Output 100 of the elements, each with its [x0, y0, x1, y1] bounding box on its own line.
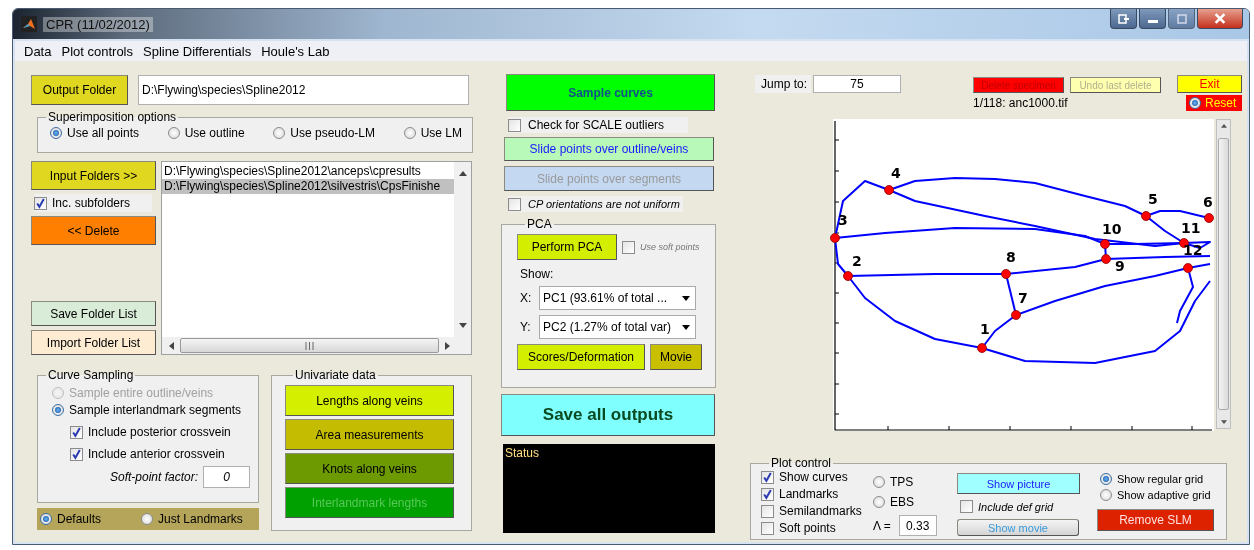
radio-button[interactable]: [40, 513, 52, 525]
remove-slm-button[interactable]: Remove SLM: [1097, 509, 1214, 531]
lambda-field[interactable]: 0.33: [898, 515, 937, 536]
group-title: PCA: [526, 218, 553, 230]
landmark-label: 1: [980, 321, 990, 337]
scroll-up-icon: [1220, 123, 1227, 128]
landmark-marker[interactable]: [843, 271, 853, 281]
checkbox[interactable]: [761, 487, 774, 501]
radio-button[interactable]: [141, 513, 154, 525]
perform-pca-button[interactable]: Perform PCA: [517, 234, 617, 260]
sample-curves-button[interactable]: Sample curves: [506, 74, 715, 111]
y-axis-dropdown[interactable]: PC2 (1.27% of total var): [539, 315, 696, 339]
radio-label: Show adaptive grid: [1117, 489, 1211, 501]
window-title: CPR (11/02/2012): [43, 16, 153, 32]
maximize-icon: [1175, 13, 1188, 24]
checkbox-label: Inc. subfolders: [52, 196, 131, 210]
radio-label: Use LM: [420, 126, 462, 140]
field-label: Soft-point factor:: [109, 470, 198, 484]
radio-button[interactable]: [873, 476, 885, 488]
checkbox-label: Show curves: [779, 470, 848, 484]
show-picture-button[interactable]: Show picture: [957, 473, 1080, 494]
landmark-label: 7: [1018, 290, 1028, 306]
radio-button[interactable]: [1100, 473, 1112, 485]
soft-point-factor-field[interactable]: 0: [203, 466, 250, 488]
maximize-button[interactable]: [1168, 9, 1195, 29]
save-all-outputs-button[interactable]: Save all outputs: [501, 394, 715, 436]
folder-list-item[interactable]: D:\Flywing\species\Spline2012\anceps\cpresults: [162, 164, 454, 179]
output-folder-button[interactable]: Output Folder: [31, 75, 128, 105]
scroll-down-icon: [1220, 420, 1227, 425]
landmark-marker[interactable]: [1183, 263, 1193, 273]
radio-button[interactable]: [50, 127, 62, 139]
checkbox[interactable]: [761, 521, 774, 535]
plot-scrollbar[interactable]: [1216, 119, 1231, 429]
landmark-label: 10: [1102, 221, 1122, 237]
univariate-button[interactable]: Lengths along veins: [285, 385, 454, 416]
landmark-marker[interactable]: [830, 233, 840, 243]
landmark-marker[interactable]: [884, 185, 894, 195]
radio-label: Use all points: [67, 126, 140, 140]
exit-button[interactable]: Exit: [1177, 75, 1243, 93]
checkbox[interactable]: [761, 470, 774, 484]
scrollbar-thumb[interactable]: [180, 338, 439, 353]
movie-button[interactable]: Movie: [650, 344, 702, 370]
landmark-marker[interactable]: [1100, 239, 1110, 249]
landmark-label: 5: [1148, 191, 1158, 207]
radio-label: Show regular grid: [1117, 473, 1204, 485]
slide-outline-button[interactable]: Slide points over outline/veins: [504, 137, 714, 161]
output-folder-field[interactable]: D:\Flywing\species\Spline2012: [138, 75, 469, 105]
checkbox-label: Include def grid: [978, 500, 1054, 513]
checkbox[interactable]: [622, 240, 635, 254]
save-folder-list-button[interactable]: Save Folder List: [31, 301, 156, 326]
radio-button[interactable]: [873, 496, 885, 508]
radio-button[interactable]: [1100, 489, 1112, 501]
folder-list-item[interactable]: D:\Flywing\species\Spline2012\silvestris\CpsFinishe: [162, 179, 454, 194]
univariate-button[interactable]: Knots along veins: [285, 453, 454, 484]
checkbox[interactable]: [960, 500, 973, 513]
radio-label: Sample interlandmark segments: [69, 403, 242, 417]
close-button[interactable]: [1197, 9, 1243, 29]
jump-to-field[interactable]: 75: [813, 75, 902, 93]
delete-folder-button[interactable]: << Delete: [31, 216, 156, 245]
landmark-marker[interactable]: [1001, 269, 1011, 279]
univariate-button[interactable]: Area measurements: [285, 419, 454, 450]
restore-icon: [1117, 13, 1130, 24]
menu-item[interactable]: Spline Differentials: [142, 43, 253, 59]
group-title: Superimposition options: [47, 111, 178, 123]
menu-item[interactable]: Plot controls: [60, 43, 134, 59]
scroll-left-icon: [168, 341, 174, 350]
scrollbar-thumb[interactable]: [1218, 138, 1229, 410]
checkbox[interactable]: [508, 118, 521, 132]
checkbox-label: Include anterior crossvein: [88, 447, 225, 461]
horizontal-scrollbar[interactable]: [162, 337, 471, 354]
checkbox[interactable]: [70, 447, 83, 461]
minimize-button[interactable]: [1139, 9, 1166, 29]
landmark-marker[interactable]: [1101, 254, 1111, 264]
show-label: Show:: [520, 267, 555, 281]
radio-button[interactable]: [52, 404, 64, 416]
app-logo-icon: [21, 16, 37, 32]
menu-item[interactable]: Data: [23, 43, 53, 59]
x-axis-dropdown[interactable]: PC1 (93.61% of total ...: [539, 286, 696, 310]
radio-button[interactable]: [167, 127, 180, 139]
input-folders-button[interactable]: Input Folders >>: [31, 161, 156, 190]
landmark-marker[interactable]: [977, 343, 987, 353]
radio-button[interactable]: [403, 127, 416, 139]
landmark-marker[interactable]: [1011, 310, 1021, 320]
checkbox[interactable]: [508, 197, 521, 211]
import-folder-list-button[interactable]: Import Folder List: [31, 330, 156, 355]
landmark-marker[interactable]: [1204, 213, 1214, 223]
landmark-label: 12: [1183, 242, 1203, 258]
window-extra-button[interactable]: [1110, 9, 1137, 29]
radio-button[interactable]: [273, 127, 286, 139]
vertical-scrollbar[interactable]: [454, 162, 471, 337]
checkbox[interactable]: [34, 196, 47, 210]
menu-item[interactable]: Houle's Lab: [260, 43, 331, 59]
landmark-marker[interactable]: [1141, 211, 1151, 221]
landmark-label: 3: [838, 212, 848, 228]
scores-deformation-button[interactable]: Scores/Deformation: [517, 344, 645, 370]
checkbox-label: Check for SCALE outliers: [528, 118, 665, 132]
checkbox[interactable]: [761, 504, 774, 518]
reset-option[interactable]: Reset: [1186, 95, 1243, 111]
radio-button[interactable]: [1189, 97, 1202, 109]
checkbox[interactable]: [70, 425, 83, 439]
